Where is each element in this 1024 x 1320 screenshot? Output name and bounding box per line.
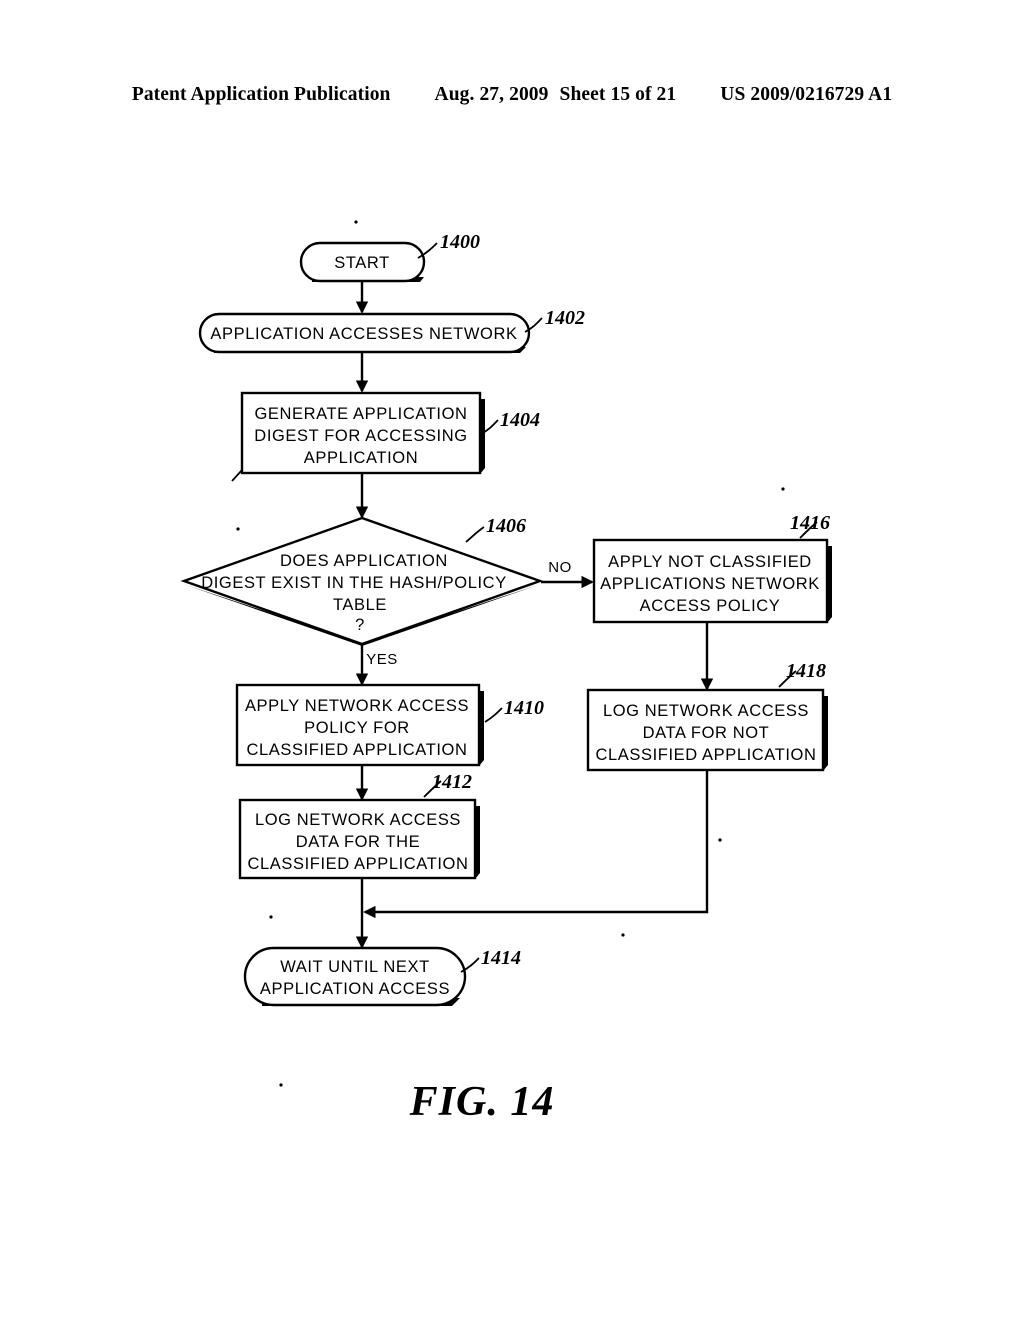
edge-label-no: NO (548, 559, 572, 576)
edge-label-yes: YES (366, 651, 398, 668)
node-1416-line-3: ACCESS POLICY (640, 597, 781, 615)
scan-speck (236, 527, 240, 531)
scan-speck (718, 838, 722, 842)
node-1418-line-2: DATA FOR NOT (643, 724, 770, 742)
node-1402-line-1: APPLICATION ACCESSES NETWORK (210, 325, 517, 343)
node-1410-line-2: POLICY FOR (304, 719, 410, 737)
scan-speck (781, 487, 785, 491)
leader-1406 (465, 526, 485, 543)
node-1404-line-1: GENERATE APPLICATION (254, 405, 467, 423)
node-apply-not-classified-policy: APPLY NOT CLASSIFIED APPLICATIONS NETWOR… (592, 538, 832, 624)
node-1418-line-3: CLASSIFIED APPLICATION (595, 746, 816, 764)
node-1410-line-3: CLASSIFIED APPLICATION (246, 741, 467, 759)
node-1412-line-2: DATA FOR THE (296, 833, 421, 851)
node-wait-until-next-access: WAIT UNTIL NEXT APPLICATION ACCESS (243, 946, 467, 1007)
node-log-not-classified: LOG NETWORK ACCESS DATA FOR NOT CLASSIFI… (586, 688, 828, 772)
leader-1410 (484, 707, 503, 723)
leader-1404-corner (231, 469, 243, 482)
node-1416-line-2: APPLICATIONS NETWORK (600, 575, 820, 593)
node-1406-line-3: TABLE (333, 596, 387, 614)
ref-label-1400: 1400 (440, 231, 480, 253)
scan-speck (621, 933, 625, 937)
ref-label-1416: 1416 (790, 512, 830, 534)
node-apply-classified-policy: APPLY NETWORK ACCESS POLICY FOR CLASSIFI… (235, 683, 484, 767)
ref-label-1406: 1406 (486, 515, 526, 537)
node-generate-application-digest: GENERATE APPLICATION DIGEST FOR ACCESSIN… (240, 391, 485, 475)
node-1416-line-1: APPLY NOT CLASSIFIED (608, 553, 812, 571)
ref-label-1404: 1404 (500, 409, 540, 431)
node-1418-line-1: LOG NETWORK ACCESS (603, 702, 809, 720)
node-decision-digest-exists: DOES APPLICATION DIGEST EXIST IN THE HAS… (180, 516, 544, 646)
node-1414-line-2: APPLICATION ACCESS (260, 980, 450, 998)
ref-label-1412: 1412 (432, 771, 472, 793)
ref-label-1418: 1418 (786, 660, 826, 682)
ref-label-1414: 1414 (481, 947, 521, 969)
node-log-classified: LOG NETWORK ACCESS DATA FOR THE CLASSIFI… (238, 798, 480, 880)
node-1404-line-2: DIGEST FOR ACCESSING (254, 427, 467, 445)
scan-speck (354, 220, 358, 224)
node-1410-line-1: APPLY NETWORK ACCESS (245, 697, 469, 715)
flowchart-figure: START 1400 APPLICATION ACCESSES NETWORK … (0, 0, 1024, 1320)
ref-label-1402: 1402 (545, 307, 585, 329)
node-1404-line-3: APPLICATION (304, 449, 419, 467)
node-1406-line-2: DIGEST EXIST IN THE HASH/POLICY (201, 574, 507, 592)
node-application-accesses-network: APPLICATION ACCESSES NETWORK (198, 312, 531, 354)
scan-speck (279, 1083, 283, 1087)
node-1406-line-4: ? (355, 616, 365, 634)
ref-label-1410: 1410 (504, 697, 544, 719)
node-1412-line-3: CLASSIFIED APPLICATION (247, 855, 468, 873)
node-1414-line-1: WAIT UNTIL NEXT (280, 958, 430, 976)
node-1406-line-1: DOES APPLICATION (280, 552, 448, 570)
figure-caption: FIG. 14 (409, 1079, 555, 1125)
scan-speck (269, 915, 273, 919)
node-1412-line-1: LOG NETWORK ACCESS (255, 811, 461, 829)
node-start: START (299, 241, 426, 283)
node-start-line-1: START (334, 254, 390, 272)
patent-figure-page: Patent Application Publication Aug. 27, … (0, 0, 1024, 1320)
